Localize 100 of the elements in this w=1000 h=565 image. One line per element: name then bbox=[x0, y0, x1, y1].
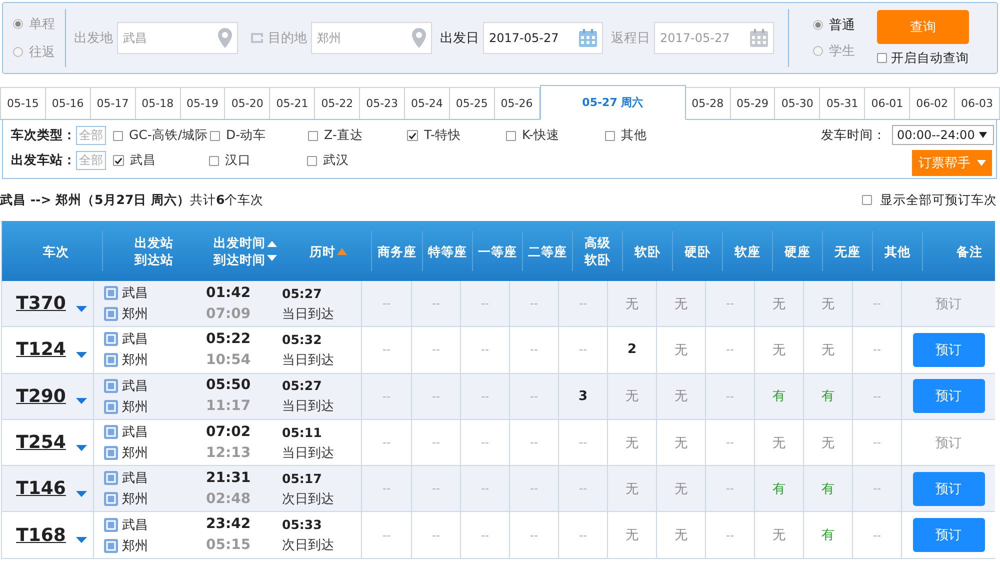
train-number[interactable]: T254 bbox=[16, 432, 66, 454]
train-number[interactable]: T124 bbox=[16, 339, 66, 360]
seat-availability: 无 bbox=[626, 388, 638, 406]
seat-availability: -- bbox=[873, 482, 881, 496]
column-header[interactable]: 特等座 bbox=[428, 242, 467, 260]
duration: 05:27 bbox=[282, 377, 322, 396]
seat-availability: -- bbox=[432, 343, 440, 356]
date-tab[interactable]: 05-18 bbox=[136, 87, 181, 119]
column-header[interactable]: 出发站到达站 bbox=[133, 234, 175, 268]
date-tab[interactable]: 06-02 bbox=[910, 87, 956, 119]
input-field[interactable]: 2017-05-27 bbox=[483, 22, 603, 54]
caret-icon bbox=[76, 490, 87, 497]
seat-availability: 无 bbox=[674, 342, 688, 359]
radio-button[interactable] bbox=[813, 46, 823, 56]
book-button[interactable]: 预订 bbox=[912, 332, 984, 367]
date-tab[interactable]: 05-19 bbox=[180, 87, 226, 119]
station-name: 武昌 bbox=[122, 378, 148, 395]
seat-availability: -- bbox=[481, 297, 489, 310]
column-header[interactable]: 一等座 bbox=[478, 242, 517, 260]
station-icon bbox=[104, 538, 118, 553]
radio-button[interactable] bbox=[813, 20, 823, 30]
book-button[interactable]: 预订 bbox=[912, 379, 984, 414]
input-field[interactable]: 2017-05-27 bbox=[654, 22, 774, 54]
seat-availability: -- bbox=[432, 528, 440, 542]
seat-availability: 无 bbox=[674, 527, 688, 544]
checkbox[interactable] bbox=[877, 53, 887, 63]
helper-button[interactable]: 订票帮手 bbox=[912, 150, 992, 176]
train-number[interactable]: T168 bbox=[16, 524, 66, 546]
column-header[interactable]: 其他 bbox=[884, 242, 910, 260]
date-tab[interactable]: 05-23 bbox=[360, 87, 406, 119]
departure-time: 21:31 bbox=[206, 468, 251, 488]
column-header[interactable]: 出发时间到达时间 bbox=[212, 234, 266, 268]
checkbox[interactable] bbox=[113, 130, 123, 140]
date-tab[interactable]: 05-25 bbox=[450, 87, 495, 119]
radio-button[interactable] bbox=[13, 19, 23, 29]
checkbox-label: 显示全部可预订车次 bbox=[880, 192, 997, 208]
column-header[interactable]: 二等座 bbox=[528, 242, 567, 260]
train-number[interactable]: T146 bbox=[16, 478, 66, 500]
checkbox[interactable] bbox=[210, 130, 220, 140]
checkbox[interactable] bbox=[605, 130, 615, 140]
time-select[interactable]: 00:00--24:00 bbox=[892, 125, 994, 145]
book-button[interactable]: 预订 bbox=[912, 518, 984, 552]
date-tab[interactable]: 05-21 bbox=[270, 87, 316, 119]
date-tab[interactable]: 05-27 周六 bbox=[540, 85, 686, 120]
departure-time: 01:42 bbox=[206, 284, 251, 303]
station-icon bbox=[104, 353, 118, 368]
train-number[interactable]: T370 bbox=[16, 293, 66, 314]
column-header[interactable]: 车次 bbox=[43, 242, 69, 260]
date-tab[interactable]: 06-01 bbox=[865, 87, 910, 119]
radio-button[interactable] bbox=[13, 47, 23, 57]
date-tab[interactable]: 05-24 bbox=[405, 87, 450, 119]
date-tab[interactable]: 05-15 bbox=[0, 87, 46, 119]
checkbox[interactable] bbox=[308, 130, 318, 140]
all-button[interactable]: 全部 bbox=[76, 151, 106, 170]
checkbox[interactable] bbox=[307, 156, 317, 166]
seat-availability: -- bbox=[726, 297, 734, 310]
seat-availability: -- bbox=[382, 297, 390, 310]
input-field[interactable]: 武昌 bbox=[117, 22, 238, 54]
checkbox[interactable] bbox=[506, 130, 516, 140]
seat-availability: 无 bbox=[772, 434, 786, 452]
train-number[interactable]: T290 bbox=[16, 386, 66, 407]
arrival-day: 次日到达 bbox=[282, 488, 334, 510]
date-tab[interactable]: 05-30 bbox=[775, 87, 820, 119]
seat-availability: -- bbox=[481, 390, 489, 403]
book-button[interactable]: 预订 bbox=[912, 472, 984, 506]
column-header[interactable]: 历时 bbox=[310, 242, 336, 260]
date-tab[interactable]: 05-16 bbox=[46, 87, 91, 119]
seat-availability: -- bbox=[579, 528, 587, 542]
station-icon bbox=[104, 332, 118, 346]
query-button[interactable]: 查询 bbox=[877, 10, 969, 44]
check-icon bbox=[408, 130, 417, 140]
column-header[interactable]: 软座 bbox=[734, 242, 760, 260]
column-header[interactable]: 备注 bbox=[956, 242, 982, 260]
station-icon bbox=[104, 471, 118, 486]
checkbox[interactable] bbox=[862, 195, 872, 205]
checkbox[interactable] bbox=[209, 156, 219, 166]
column-header[interactable]: 高级软卧 bbox=[584, 234, 612, 268]
seat-availability: -- bbox=[726, 482, 734, 496]
field-label: 出发日 bbox=[440, 30, 479, 47]
date-tab[interactable]: 05-28 bbox=[686, 87, 731, 119]
all-button[interactable]: 全部 bbox=[76, 126, 106, 145]
input-field[interactable]: 郑州 bbox=[311, 22, 432, 54]
column-header[interactable]: 硬卧 bbox=[684, 242, 710, 260]
date-tab[interactable]: 05-31 bbox=[820, 87, 866, 119]
date-tab[interactable]: 05-20 bbox=[225, 87, 270, 119]
column-header[interactable]: 无座 bbox=[834, 242, 860, 260]
radio-label: 单程 bbox=[29, 16, 55, 33]
seat-availability: 有 bbox=[822, 388, 834, 406]
date-tab[interactable]: 05-22 bbox=[315, 87, 360, 119]
checkbox[interactable] bbox=[113, 155, 124, 166]
seat-availability: -- bbox=[579, 482, 587, 496]
column-header[interactable]: 硬座 bbox=[784, 242, 810, 260]
date-tab[interactable]: 05-17 bbox=[90, 87, 136, 119]
date-tab[interactable]: 06-03 bbox=[955, 87, 1000, 119]
column-header[interactable]: 软卧 bbox=[634, 242, 660, 260]
seat-availability: 无 bbox=[626, 527, 638, 544]
station-icon bbox=[104, 518, 118, 532]
column-header[interactable]: 商务座 bbox=[378, 242, 416, 260]
checkbox[interactable] bbox=[407, 130, 418, 141]
date-tab[interactable]: 05-29 bbox=[730, 87, 776, 119]
